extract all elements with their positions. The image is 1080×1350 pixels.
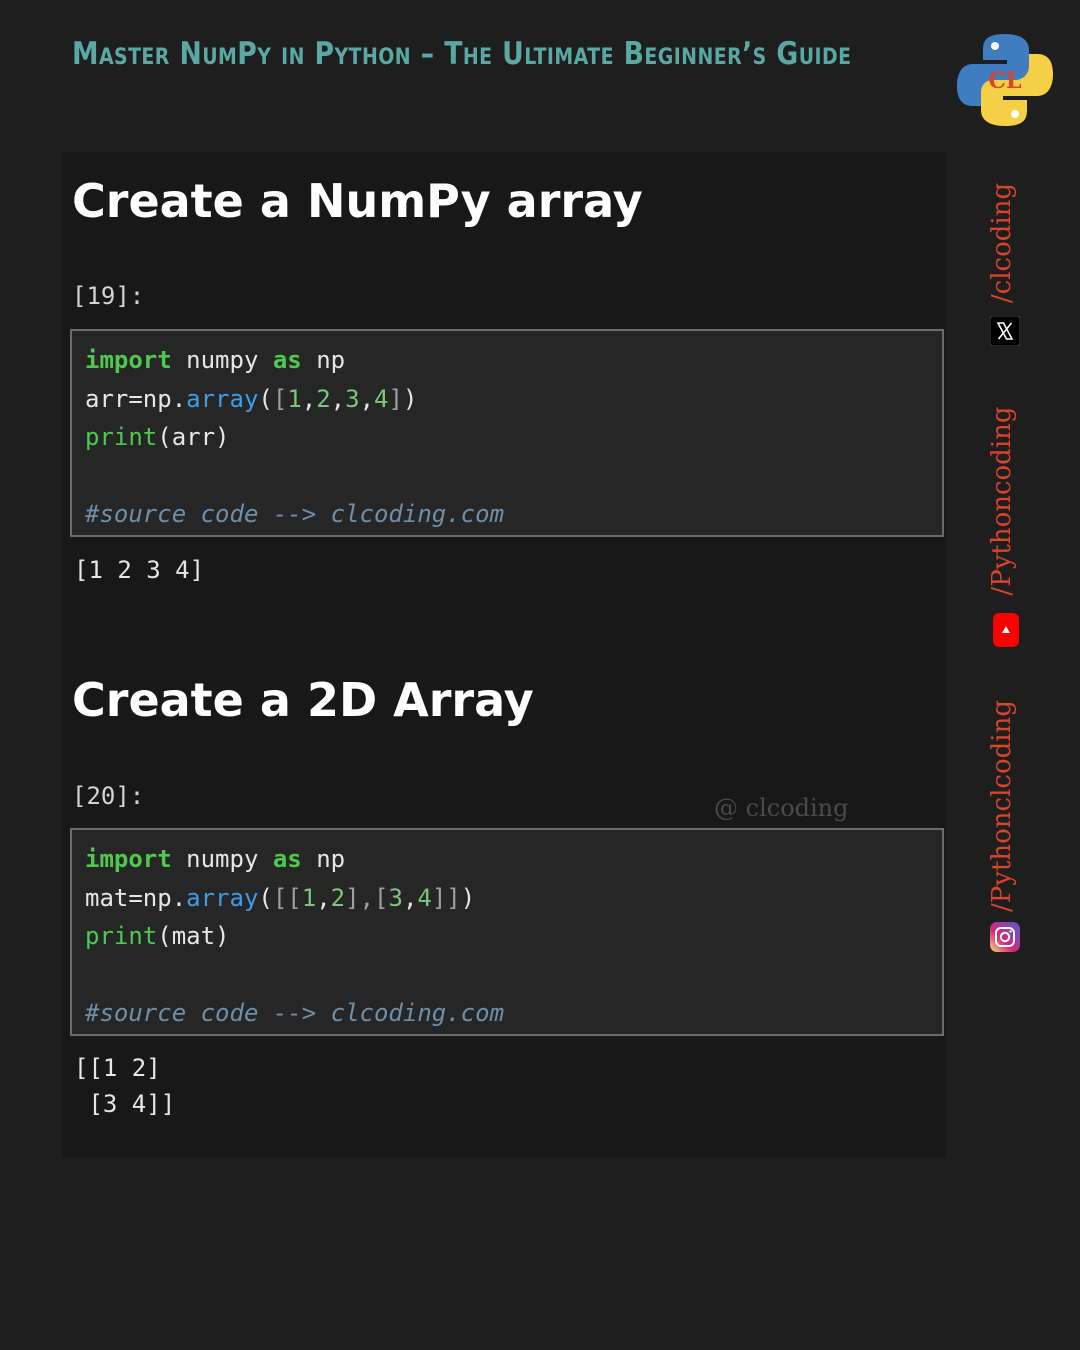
notebook-panel: Create a NumPy array [19]: import numpy … [62, 152, 946, 1158]
section-heading-2d-array: Create a 2D Array [72, 673, 534, 727]
youtube-icon[interactable] [993, 613, 1019, 647]
code-block: import numpy as np arr=np.array([1,2,3,4… [85, 346, 505, 528]
code-cell-19[interactable]: import numpy as np arr=np.array([1,2,3,4… [70, 329, 944, 537]
section-heading-numpy-array: Create a NumPy array [72, 174, 643, 228]
watermark: @ clcoding [714, 794, 849, 822]
code-block: import numpy as np mat=np.array([[1,2],[… [85, 845, 505, 1027]
cell-prompt-19: [19]: [72, 282, 145, 310]
cell-output-20: [[1 2] [3 4]] [74, 1054, 176, 1118]
instagram-icon[interactable] [990, 922, 1020, 952]
x-logo-icon[interactable] [990, 316, 1020, 346]
youtube-handle[interactable]: /Pythoncoding [987, 386, 1023, 616]
cell-prompt-20: [20]: [72, 782, 145, 810]
x-handle[interactable]: /clcoding [987, 163, 1023, 323]
source-comment: #source code --> clcoding.com [85, 500, 505, 528]
python-logo-icon: CL [957, 34, 1053, 126]
code-cell-20[interactable]: import numpy as np mat=np.array([[1,2],[… [70, 828, 944, 1036]
cell-output-19: [1 2 3 4] [74, 556, 205, 584]
source-comment: #source code --> clcoding.com [85, 999, 505, 1027]
instagram-handle[interactable]: /Pythonclcoding [987, 671, 1023, 941]
banner-title: Master NumPy in Python – The Ultimate Be… [72, 36, 852, 72]
logo-letters: CL [989, 68, 1022, 94]
